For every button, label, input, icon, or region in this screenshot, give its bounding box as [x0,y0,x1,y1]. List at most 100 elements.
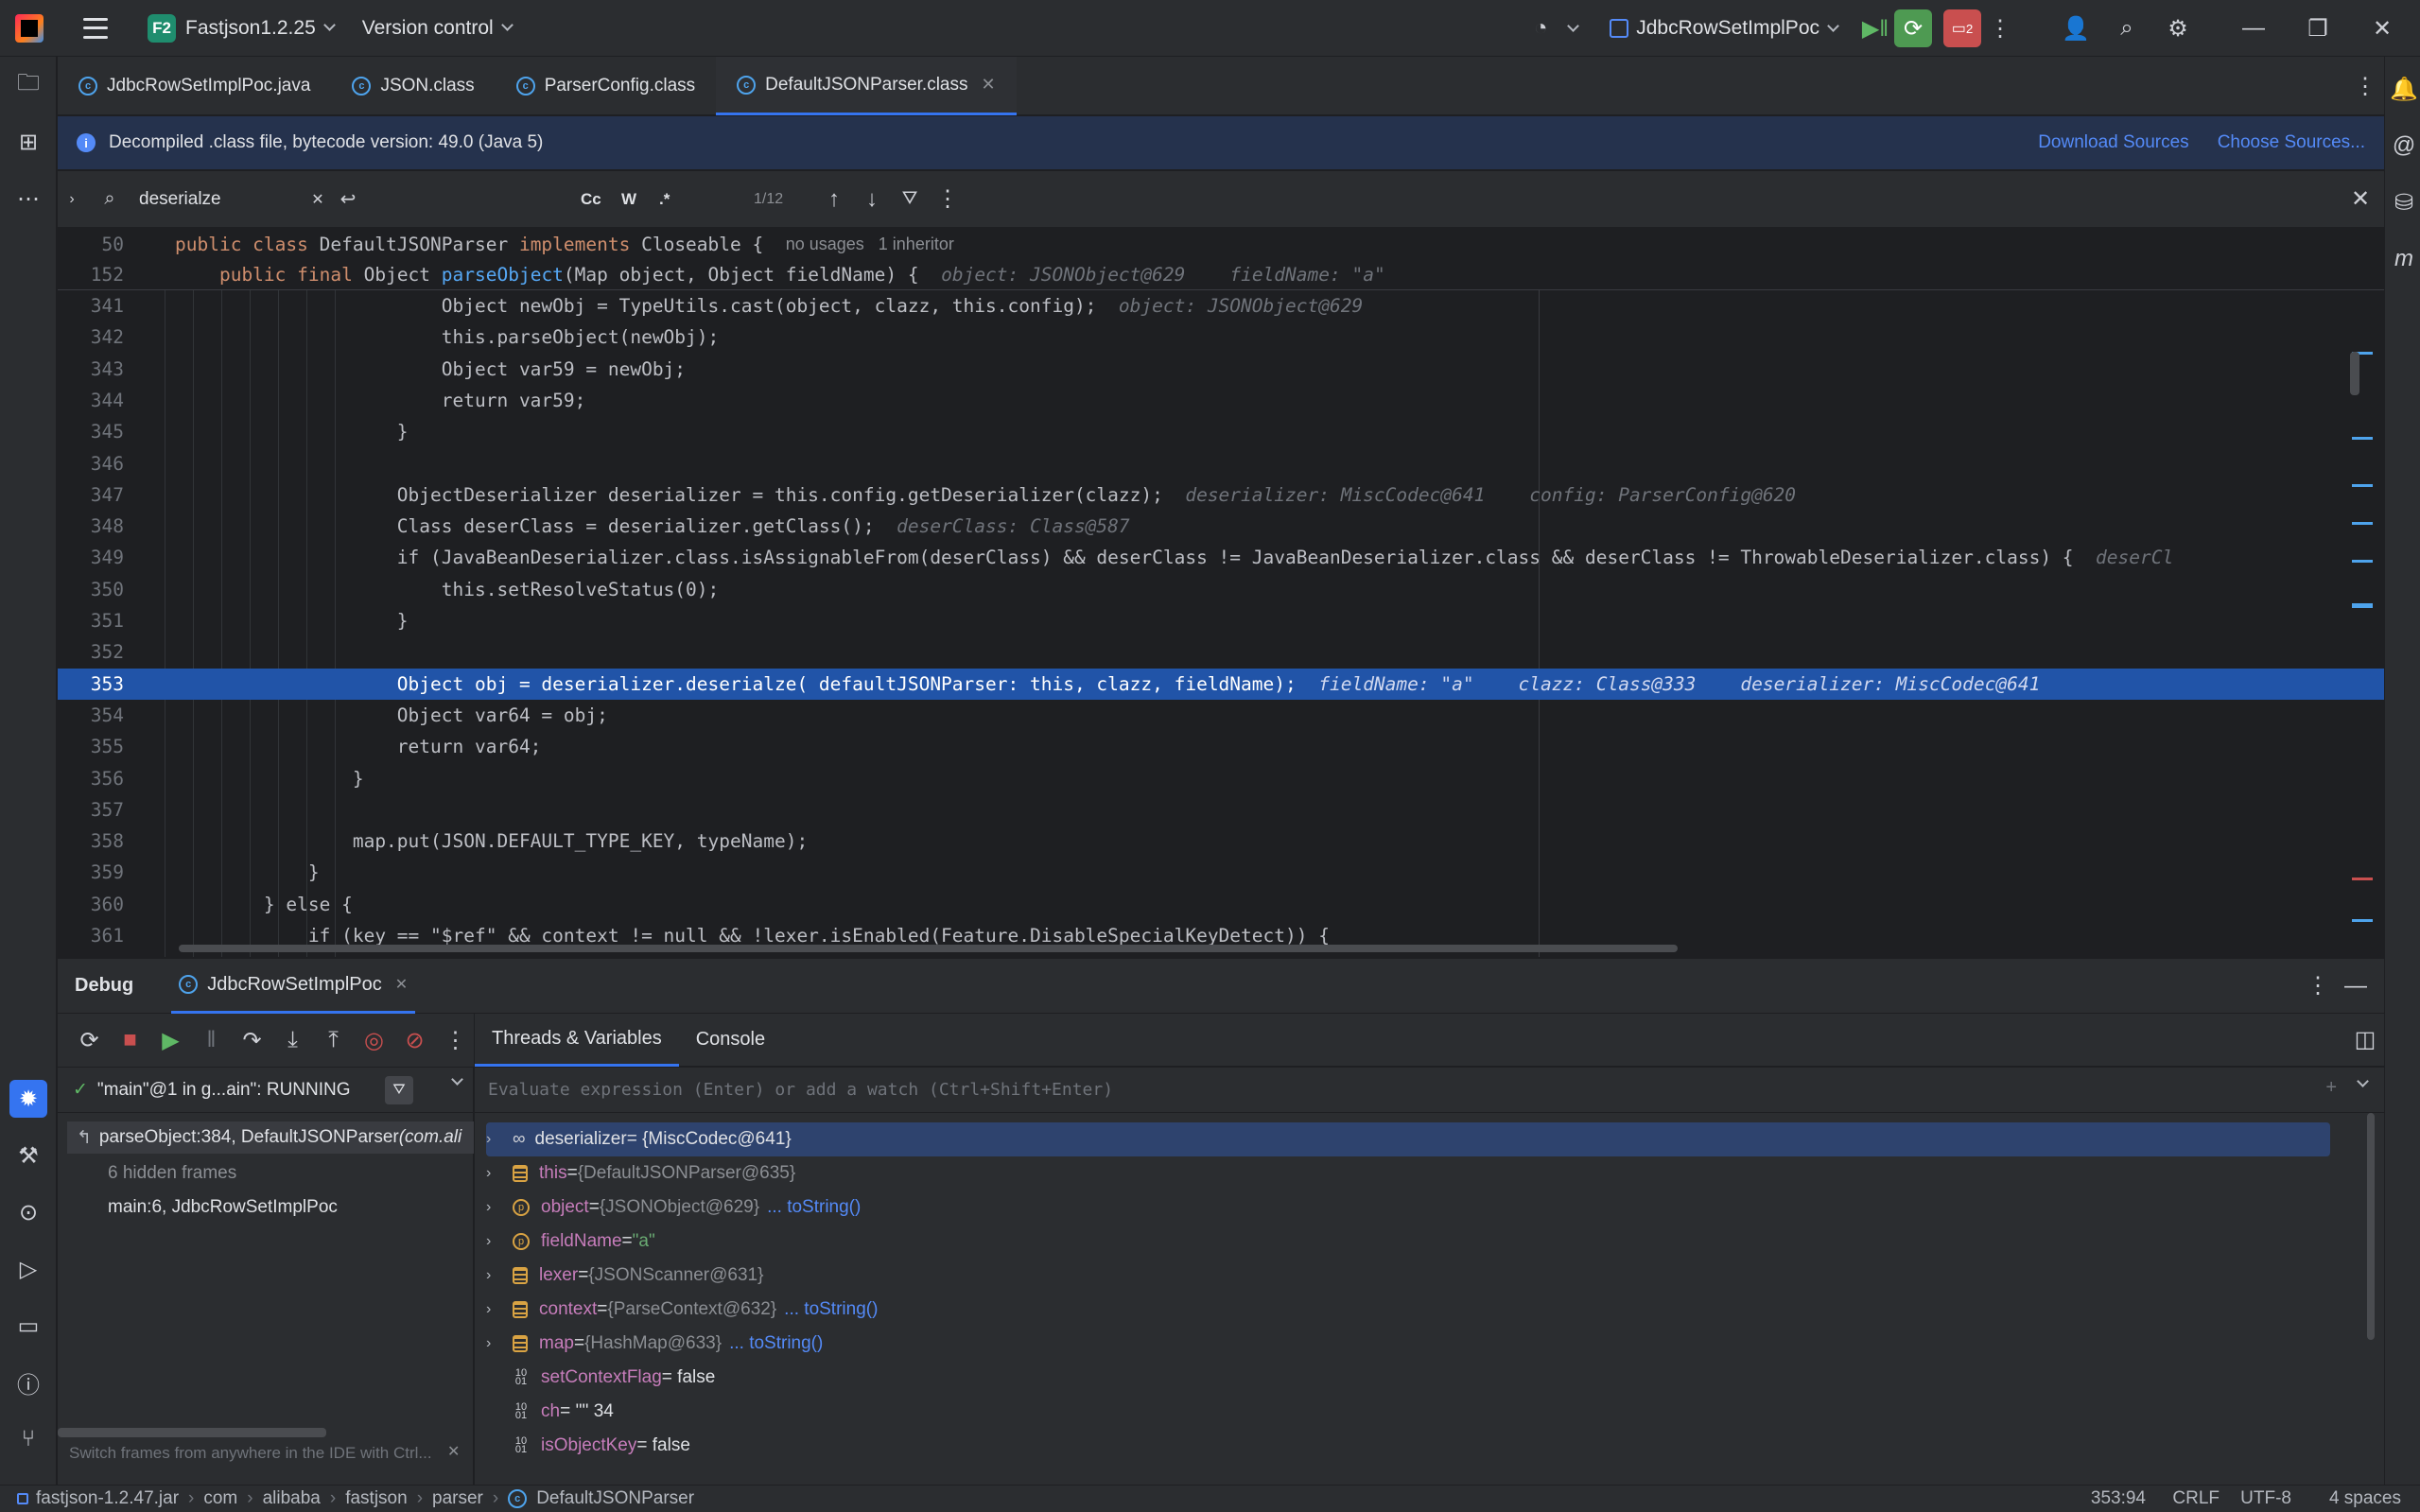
code-line[interactable]: 359 } [58,857,2384,888]
line-number[interactable]: 342 [58,326,124,348]
line-number[interactable]: 347 [58,484,124,506]
terminal-icon[interactable]: ▭ [9,1307,47,1345]
expand-chevron-icon[interactable]: › [486,1301,507,1318]
code-line-current[interactable]: 353 Object obj = deserializer.deserialze… [58,668,2384,700]
view-breakpoints-icon[interactable]: ◎ [356,1021,392,1059]
main-menu-icon[interactable] [83,17,108,39]
expand-chevron-icon[interactable]: › [486,1199,507,1216]
code-line[interactable]: 343 Object var59 = newObj; [58,354,2384,385]
variable-row[interactable]: › p fieldName = "a" [486,1225,2330,1259]
code-line[interactable]: 356 } [58,763,2384,794]
more-actions-icon[interactable]: ⋮ [1981,9,2019,47]
code-line[interactable]: 344 return var59; [58,385,2384,416]
code-line[interactable]: 348 Class deserClass = deserializer.getC… [58,511,2384,542]
more-tools-icon[interactable]: ⋯ [9,180,47,217]
vertical-scrollbar[interactable] [2350,352,2359,395]
code-editor[interactable]: 50 public class DefaultJSONParser implem… [58,229,2384,957]
code-line[interactable]: 352 [58,636,2384,668]
variable-row[interactable]: 10 01 ch = '"' 34 [486,1395,2330,1429]
expand-chevron-icon[interactable]: › [486,1131,507,1148]
line-number[interactable]: 358 [58,830,124,852]
new-line-icon[interactable]: ↩ [332,181,364,218]
variable-row[interactable]: 10 01 isObjectKey = false [486,1429,2330,1463]
cursor-position[interactable]: 353:94 [2091,1488,2146,1509]
variable-row[interactable]: › p object = {JSONObject@629} ... toString(… [486,1190,2330,1225]
line-separator[interactable]: CRLF [2172,1488,2220,1509]
resume-icon[interactable]: ▶ [152,1021,189,1059]
clear-search-icon[interactable]: ✕ [304,181,332,218]
search-more-icon[interactable]: ⋮ [933,181,962,218]
tab-console[interactable]: Console [679,1014,782,1067]
variable-row[interactable]: › lexer = {JSONScanner@631} [486,1259,2330,1293]
choose-sources-link[interactable]: Choose Sources... [2218,132,2365,153]
mute-breakpoints-icon[interactable]: ⊘ [396,1021,433,1059]
expand-replace-icon[interactable]: › [58,181,86,218]
to-string-link[interactable]: ... toString() [767,1197,861,1218]
expand-chevron-icon[interactable]: › [486,1233,507,1250]
line-number[interactable]: 357 [58,799,124,821]
line-number[interactable]: 353 [58,673,124,695]
code-line[interactable]: 346 [58,448,2384,479]
breadcrumb-jar[interactable]: fastjson-1.2.47.jar [36,1488,179,1509]
pause-icon[interactable]: ‖ [193,1021,230,1059]
breadcrumb-class[interactable]: DefaultJSONParser [536,1488,694,1509]
notifications-icon[interactable]: 🔔 [2385,70,2420,108]
arrow-up-icon[interactable]: ↑ [820,181,848,218]
line-number[interactable]: 348 [58,515,124,537]
expand-chevron-icon[interactable]: › [486,1335,507,1352]
code-line[interactable]: 345 } [58,416,2384,447]
line-number[interactable]: 345 [58,421,124,443]
tab-jdbcrowsetimplpoc[interactable]: c JdbcRowSetImplPoc.java [58,57,331,115]
vars-scrollbar[interactable] [2367,1113,2375,1340]
match-case-toggle[interactable]: Cc [581,190,601,209]
tab-threads-variables[interactable]: Threads & Variables [475,1014,679,1067]
line-number[interactable]: 360 [58,894,124,915]
debug-session-tab[interactable]: c JdbcRowSetImplPoc ✕ [171,959,416,1014]
search-input[interactable]: deserialze [139,189,221,210]
resume-icon[interactable]: ▶‖ [1856,9,1894,47]
rerun-icon[interactable]: ⟳ [71,1021,108,1059]
hide-panel-icon[interactable]: — [2337,967,2375,1005]
database-icon[interactable]: ⛁ [2385,183,2420,221]
line-number[interactable]: 359 [58,861,124,883]
breadcrumb-pkg[interactable]: fastjson [345,1488,407,1509]
rerun-debug-icon[interactable]: ⟳ [1894,9,1932,47]
frame-row-selected[interactable]: ↰ parseObject:384, DefaultJSONParser (com… [67,1121,474,1154]
usage-hint[interactable]: no usages 1 inheritor [786,235,954,254]
line-number[interactable]: 350 [58,579,124,600]
more-debug-icon[interactable]: ⋮ [437,1021,474,1059]
stop-icon[interactable]: ▭ 2 [1943,9,1981,47]
arrow-down-icon[interactable]: ↓ [858,181,886,218]
filter-icon[interactable]: ⛛ [896,181,924,218]
regex-toggle[interactable]: .* [659,190,670,209]
download-sources-link[interactable]: Download Sources [2038,132,2188,153]
step-over-icon[interactable]: ↷ [234,1021,270,1059]
build-icon[interactable]: ⚒ [9,1137,47,1174]
variable-row[interactable]: › this = {DefaultJSONParser@635} [486,1156,2330,1190]
settings-icon[interactable]: ⚙ [2159,9,2197,47]
tab-parserconfig-class[interactable]: c ParserConfig.class [496,57,716,115]
line-number[interactable]: 355 [58,736,124,757]
run-icon[interactable]: ▷ [9,1250,47,1288]
problems-icon[interactable]: ⓘ [9,1364,47,1401]
code-line[interactable]: 358 map.put(JSON.DEFAULT_TYPE_KEY, typeN… [58,826,2384,857]
step-out-icon[interactable]: ⤒ [315,1021,352,1059]
code-line[interactable]: 357 [58,794,2384,826]
line-number[interactable]: 356 [58,768,124,790]
line-number[interactable]: 361 [58,925,124,947]
stop-icon[interactable]: ■ [112,1021,148,1059]
code-line[interactable]: 355 return var64; [58,731,2384,762]
line-number[interactable]: 346 [58,453,124,475]
maven-icon[interactable]: m [2385,240,2420,278]
line-number[interactable]: 352 [58,641,124,663]
tab-defaultjsonparser-class[interactable]: c DefaultJSONParser.class ✕ [716,57,1017,115]
code-line[interactable]: 350 this.setResolveStatus(0); [58,574,2384,605]
chevron-down-icon[interactable] [1567,19,1580,32]
structure-icon[interactable]: ⊞ [9,123,47,161]
to-string-link[interactable]: ... toString() [784,1299,878,1320]
line-number[interactable]: 351 [58,610,124,632]
debug-options-icon[interactable]: ⋮ [2299,967,2337,1005]
debug-tool-icon[interactable]: ✹ [9,1080,47,1118]
tab-json-class[interactable]: c JSON.class [331,57,495,115]
ai-assistant-icon[interactable]: @ [2385,127,2420,165]
